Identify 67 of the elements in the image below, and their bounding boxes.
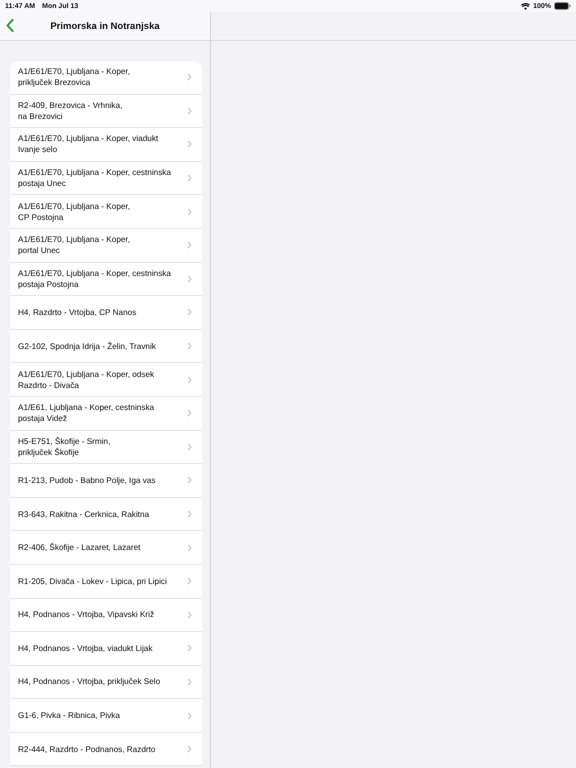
item-label: A1/E61, Ljubljana - Koper, cestninska postaja Videž — [18, 402, 156, 424]
item-label: H4, Podnanos - Vrtojba, priključek Selo — [18, 676, 162, 688]
list-item[interactable]: H5-E751, Škofije - Srmin, priključek Škofije — [10, 430, 202, 464]
list-item[interactable]: A1/E61, Ljubljana - Koper, cestninska postaja Videž — [10, 396, 202, 431]
item-label: A1/E61/E70, Ljubljana - Koper, viadukt Ivanje selo — [18, 133, 160, 156]
list-item[interactable]: A1/E61/E70, Ljubljana - Koper, priključek Brezovica — [10, 61, 202, 95]
list-item[interactable]: A1/E61/E70, Ljubljana - Koper, cestninska postaja Unec — [10, 162, 202, 196]
item-label: R2-406, Škofije - Lazaret, Lazaret — [18, 542, 142, 554]
list-item[interactable]: G2-102, Spodnja Idrija - Želin, Travnik — [10, 330, 202, 364]
chevron-icon — [187, 544, 192, 552]
nav-title: Primorska in Notranjska — [50, 20, 160, 32]
battery-icon — [554, 2, 571, 10]
chevron-icon — [187, 274, 192, 283]
item-label: A1/E61/E70, Ljubljana - Koper, cestninska postaja Unec — [18, 167, 172, 190]
item-label: A1/E61/E70, Ljubljana - Koper, CP Postojna — [18, 200, 131, 223]
chevron-icon — [187, 476, 192, 484]
list-item[interactable]: R3-643, Rakitna - Cerknica, Rakitna — [10, 498, 202, 532]
chevron-icon — [187, 208, 192, 216]
item-label: R1-213, Pudob - Babno Polje, Iga vas — [18, 474, 156, 486]
list-item[interactable]: A1/E61/E70, Ljubljana - Koper, portal Unec — [10, 228, 202, 263]
item-label: A1/E61/E70, Ljubljana - Koper, priključek Brezovica — [18, 66, 131, 88]
item-label: A1/E61/E70, Ljubljana - Koper, odsek Razdrto - Divača — [18, 368, 156, 391]
item-label: H5-E751, Škofije - Srmin, priključek Škofije — [18, 436, 112, 458]
chevron-icon — [187, 106, 192, 115]
list-item[interactable]: G1-6, Pivka - Ribnica, Pivka — [10, 699, 202, 733]
list-item[interactable]: A1/E61/E70, Ljubljana - Koper, cestninska postaja Postojna — [10, 262, 202, 296]
chevron-icon — [187, 745, 192, 754]
chevron-icon — [187, 678, 192, 686]
item-label: R2-444, Razdrto - Podnanos, Razdrto — [18, 744, 156, 755]
wifi-icon — [521, 2, 530, 10]
chevron-icon — [187, 342, 192, 350]
chevron-icon — [187, 174, 192, 182]
chevron-icon — [187, 73, 192, 82]
list-item[interactable]: R2-444, Razdrto - Podnanos, Razdrto — [10, 732, 202, 766]
item-label: R2-409, Brezovica - Vrhnika, na Brezovici — [18, 100, 124, 122]
list-item[interactable]: A1/E61/E70, Ljubljana - Koper, CP Postojna — [10, 195, 202, 229]
list-item[interactable]: R1-213, Pudob - Babno Polje, Iga vas — [10, 464, 202, 498]
item-label: G2-102, Spodnja Idrija - Želin, Travnik — [18, 340, 157, 352]
list-item[interactable]: H4, Podnanos - Vrtojba, Vipavski Križ — [10, 598, 202, 632]
item-label: R1-205, Divača - Lokev - Lipica, pri Lipici — [18, 576, 168, 587]
list-item[interactable]: R2-406, Škofije - Lazaret, Lazaret — [10, 531, 202, 565]
chevron-icon — [187, 308, 192, 316]
chevron-icon — [187, 644, 192, 652]
list-item[interactable]: H4, Podnanos - Vrtojba, priključek Selo — [10, 666, 202, 700]
item-label: A1/E61/E70, Ljubljana - Koper, cestninska postaja Postojna — [18, 268, 172, 290]
item-label: A1/E61/E70, Ljubljana - Koper, portal Unec — [18, 234, 131, 256]
list-item[interactable]: R1-205, Divača - Lokev - Lipica, pri Lipici — [10, 564, 202, 598]
item-label: G1-6, Pivka - Ribnica, Pivka — [18, 710, 121, 722]
list-item[interactable]: A1/E61/E70, Ljubljana - Koper, odsek Razdrto - Divača — [10, 363, 202, 397]
list-item[interactable]: R2-409, Brezovica - Vrhnika, na Brezovici — [10, 94, 202, 128]
chevron-icon — [187, 577, 192, 586]
chevron-icon — [187, 442, 192, 451]
chevron-icon — [187, 610, 192, 619]
chevron-icon — [187, 510, 192, 518]
back-icon[interactable] — [6, 19, 14, 32]
item-label: H4, Podnanos - Vrtojba, viadukt Lijak — [18, 642, 154, 654]
item-label: H4, Razdrto - Vrtojba, CP Nanos — [18, 306, 138, 318]
list-item[interactable]: H4, Podnanos - Vrtojba, viadukt Lijak — [10, 632, 202, 666]
chevron-icon — [187, 712, 192, 720]
item-label: R3-643, Rakitna - Cerknica, Rakitna — [18, 508, 150, 520]
list-item[interactable]: H4, Razdrto - Vrtojba, CP Nanos — [10, 296, 202, 330]
chevron-icon — [187, 140, 192, 148]
chevron-icon — [187, 241, 192, 250]
item-label: H4, Podnanos - Vrtojba, Vipavski Križ — [18, 609, 156, 620]
chevron-icon — [187, 376, 192, 384]
list-item[interactable]: A1/E61/E70, Ljubljana - Koper, viadukt Ivanje selo — [10, 128, 202, 162]
chevron-icon — [187, 409, 192, 418]
